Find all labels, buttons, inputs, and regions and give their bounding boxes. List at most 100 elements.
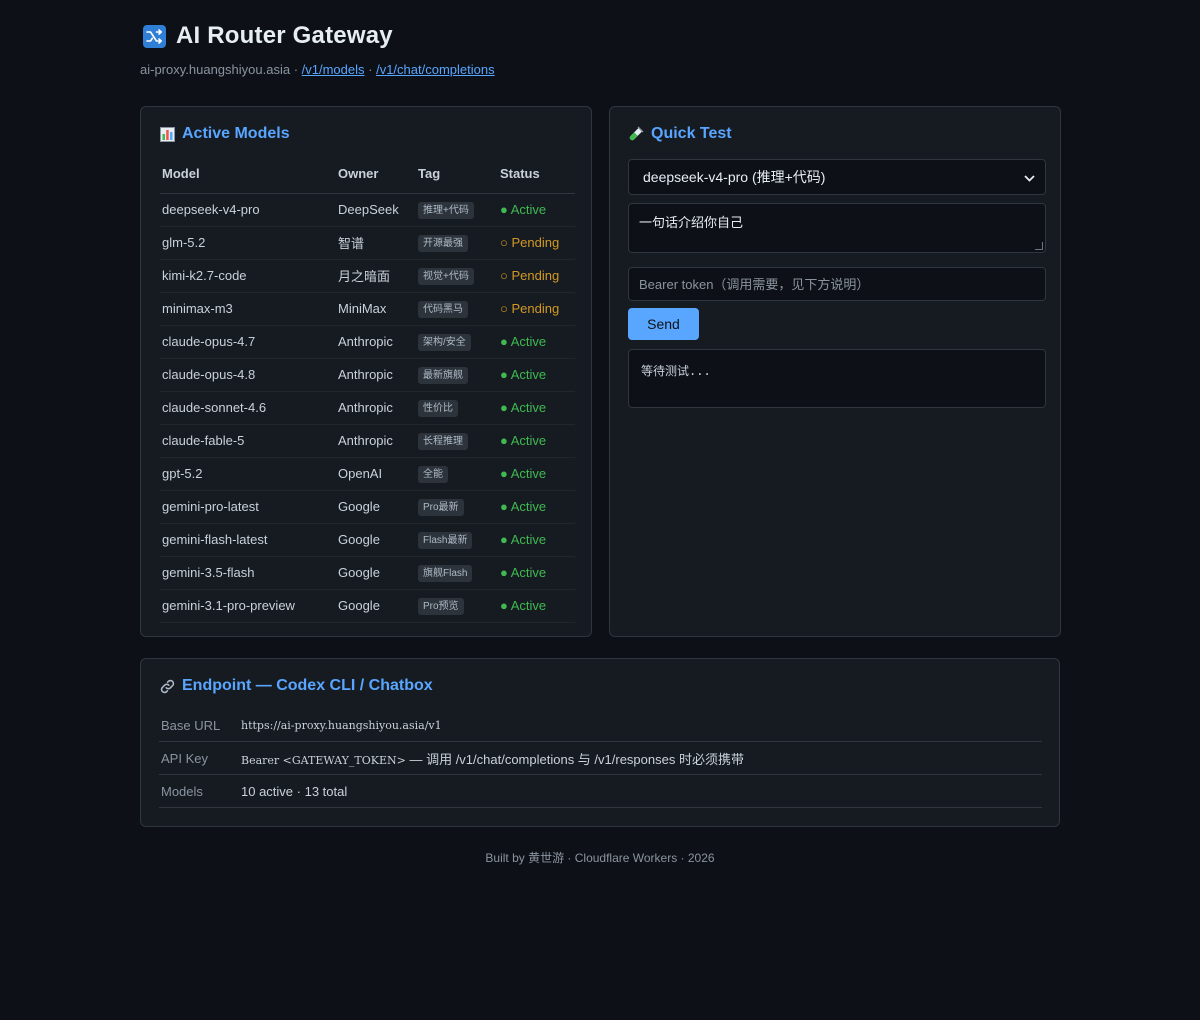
status-cell: ● Active [498,358,575,392]
separator: · [290,62,302,77]
owner-cell: 月之暗面 [336,259,416,293]
model-name-cell-text: minimax-m3 [162,301,233,316]
models-table-body: deepseek-v4-pro DeepSeek 推理+代码 ● Active glm-… [160,193,575,623]
status-cell: ○ Pending [498,292,575,326]
endpoint-card: Endpoint — Codex CLI / Chatbox Base URL … [140,658,1060,827]
tag-cell: 推理+代码 [416,193,498,227]
owner-cell-text: MiniMax [338,301,387,316]
model-tag-badge: 长程推理 [418,432,468,450]
chat-completions-link[interactable]: /v1/chat/completions [376,62,495,77]
column-header-owner: Owner [336,163,416,194]
response-output-text: 等待测试... [641,364,711,378]
owner-cell: Google [336,490,416,524]
model-name-cell: gemini-3.1-pro-preview [160,589,336,623]
model-name-cell-text: gemini-3.1-pro-preview [162,598,295,613]
header: AI Router Gateway ai-proxy.huangshiyou.a… [140,0,1060,106]
table-row: claude-sonnet-4.6 Anthropic 性价比 ● Active [160,391,575,425]
footer: Built by 黄世游 · Cloudflare Workers · 2026 [485,851,715,865]
owner-cell: Google [336,589,416,623]
model-tag-badge: 性价比 [418,399,458,417]
owner-cell: MiniMax [336,292,416,326]
host-text: ai-proxy.huangshiyou.asia [140,62,291,77]
table-row: gemini-3.1-pro-preview Google Pro预览 ● Activ… [160,589,575,623]
tag-cell: 最新旗舰 [416,358,498,392]
status-cell: ● Active [498,523,575,557]
owner-cell: OpenAI [336,457,416,491]
status-cell: ● Active [498,556,575,590]
endpoint-heading: Endpoint — Codex CLI / Chatbox [182,677,433,694]
tag-cell: 代码黑马 [416,292,498,326]
tag-cell: Pro最新 [416,490,498,524]
table-row: kimi-k2.7-code 月之暗面 视觉+代码 ○ Pending [160,259,575,293]
model-name-cell: minimax-m3 [160,292,336,326]
status-badge: ● Active [500,598,547,613]
model-name-cell-text: claude-fable-5 [162,433,245,448]
model-tag-badge: 推理+代码 [418,201,474,219]
status-badge: ● Active [500,202,547,217]
table-row: gemini-pro-latest Google Pro最新 ● Active [160,490,575,524]
model-name-cell-text: glm-5.2 [162,235,206,250]
models-link[interactable]: /v1/models [302,62,365,77]
tag-cell: Pro预览 [416,589,498,623]
title-row: AI Router Gateway [143,22,1060,50]
owner-cell: Anthropic [336,358,416,392]
test-tube-icon [628,126,644,142]
status-cell: ● Active [498,490,575,524]
owner-cell: Google [336,523,416,557]
status-badge: ○ Pending [500,268,560,283]
table-header-row: Model Owner Tag Status [160,163,575,194]
owner-cell-text: Anthropic [338,334,393,349]
bar-chart-icon [159,126,175,142]
model-name-cell-text: gpt-5.2 [162,466,203,481]
table-row: claude-fable-5 Anthropic 长程推理 ● Active [160,424,575,458]
send-button[interactable]: Send [628,308,699,340]
api-key-row: API Key Bearer <GATEWAY_TOKEN> — 调用 /v1/… [159,742,1042,775]
model-name-cell: gemini-pro-latest [160,490,336,524]
tag-cell: 长程推理 [416,424,498,458]
endpoint-title: Endpoint — Codex CLI / Chatbox [159,677,1043,695]
model-name-cell-text: kimi-k2.7-code [162,268,247,283]
quick-test-title: Quick Test [628,125,1044,143]
model-select[interactable]: deepseek-v4-pro (推理+代码) [628,159,1046,195]
base-url-value: https://ai-proxy.huangshiyou.asia/v1 [241,718,442,732]
model-name-cell: claude-sonnet-4.6 [160,391,336,425]
owner-cell-text: Google [338,499,380,514]
models-count-row: Models 10 active · 13 total [159,775,1042,808]
quick-test-card: Quick Test deepseek-v4-pro (推理+代码) 一句话介绍… [609,106,1061,637]
resize-handle-icon[interactable] [1035,242,1043,250]
tag-cell: 旗舰Flash [416,556,498,590]
model-name-cell: claude-opus-4.8 [160,358,336,392]
tag-cell: 视觉+代码 [416,259,498,293]
api-key-label: API Key [161,750,208,766]
models-card-heading: Active Models [182,125,290,142]
table-row: gpt-5.2 OpenAI 全能 ● Active [160,457,575,491]
status-badge: ● Active [500,499,547,514]
owner-cell-text: Anthropic [338,367,393,382]
model-tag-badge: Flash最新 [418,531,473,549]
api-key-note: — 调用 /v1/chat/completions 与 /v1/response… [405,751,744,767]
prompt-textarea[interactable]: 一句话介绍你自己 [628,203,1046,253]
models-card: Active Models Model Owner Tag Status dee… [140,106,592,637]
owner-cell: Anthropic [336,325,416,359]
status-cell: ○ Pending [498,259,575,293]
owner-cell-text: 月之暗面 [338,269,391,284]
models-count-label: Models [161,783,203,799]
api-key-value: Bearer <GATEWAY_TOKEN> — 调用 /v1/chat/com… [241,749,744,768]
table-row: minimax-m3 MiniMax 代码黑马 ○ Pending [160,292,575,326]
column-header-tag: Tag [416,163,498,194]
table-row: glm-5.2 智谱 开源最强 ○ Pending [160,226,575,260]
chevron-down-icon [1024,169,1035,185]
owner-cell-text: DeepSeek [338,202,399,217]
status-badge: ● Active [500,334,547,349]
tag-cell: 全能 [416,457,498,491]
page-title: AI Router Gateway [176,22,393,49]
model-tag-badge: Pro最新 [418,498,464,516]
table-row: claude-opus-4.8 Anthropic 最新旗舰 ● Active [160,358,575,392]
model-tag-badge: 代码黑马 [418,300,468,318]
main-row: Active Models Model Owner Tag Status dee… [140,106,1061,637]
model-name-cell: gemini-flash-latest [160,523,336,557]
tag-cell: 架构/安全 [416,325,498,359]
bearer-token-input[interactable] [628,267,1046,301]
table-row: gemini-3.5-flash Google 旗舰Flash ● Active [160,556,575,590]
models-count-value: 10 active · 13 total [241,783,348,799]
